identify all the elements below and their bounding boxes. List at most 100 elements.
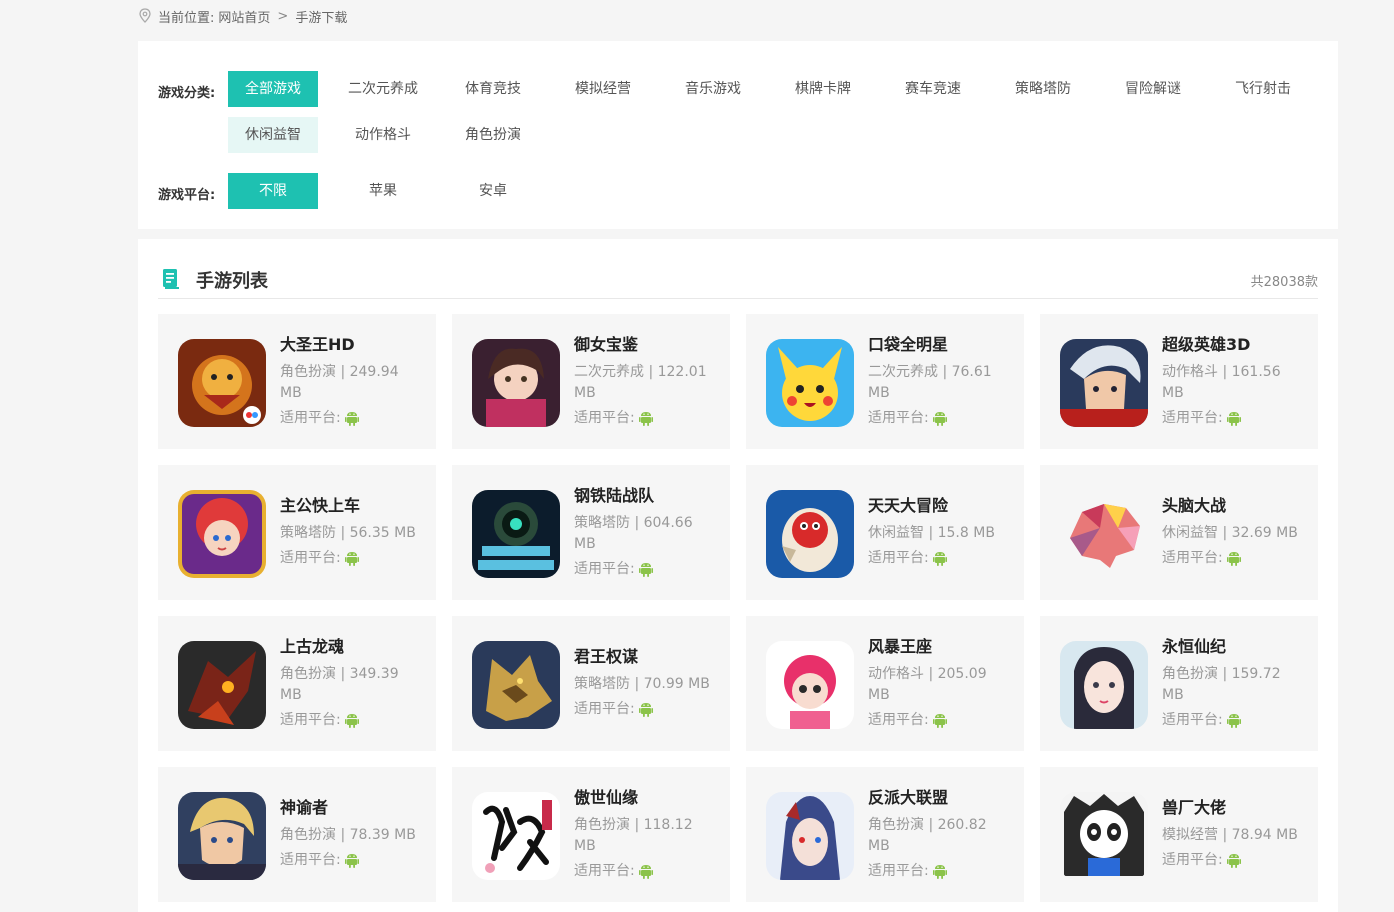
blond-warrior-icon[interactable] — [178, 792, 266, 880]
category-filter-label: 游戏分类: — [158, 86, 216, 101]
game-name[interactable]: 兽厂大佬 — [1162, 797, 1302, 819]
monkey-king-icon[interactable] — [178, 339, 266, 427]
category-chip-card[interactable]: 棋牌卡牌 — [778, 71, 868, 107]
game-card[interactable]: 上古龙魂 角色扮演 | 349.39 MB 适用平台: — [158, 616, 436, 751]
game-meta: 角色扮演 | 159.72 MB — [1162, 666, 1281, 703]
breadcrumb-prefix: 当前位置: — [158, 10, 215, 26]
game-meta: 角色扮演 | 78.39 MB — [280, 827, 416, 843]
game-name[interactable]: 御女宝鉴 — [574, 334, 714, 356]
android-icon — [344, 552, 359, 566]
game-name[interactable]: 君王权谋 — [574, 646, 714, 668]
game-card[interactable]: 永恒仙纪 角色扮演 | 159.72 MB 适用平台: — [1040, 616, 1318, 751]
game-name[interactable]: 永恒仙纪 — [1162, 636, 1302, 658]
game-name[interactable]: 天天大冒险 — [868, 495, 1008, 517]
platform-chip-apple[interactable]: 苹果 — [338, 173, 428, 209]
game-card[interactable]: 超级英雄3D 动作格斗 | 161.56 MB 适用平台: — [1040, 314, 1318, 449]
platform-label: 适用平台: — [280, 410, 341, 426]
game-card[interactable]: 反派大联盟 角色扮演 | 260.82 MB 适用平台: — [746, 767, 1024, 902]
game-name[interactable]: 傲世仙缘 — [574, 787, 714, 809]
game-name[interactable]: 神谕者 — [280, 797, 420, 819]
pikachu-icon[interactable] — [766, 339, 854, 427]
list-document-icon — [163, 269, 179, 289]
android-icon — [1226, 412, 1241, 426]
game-card[interactable]: 大圣王HD 角色扮演 | 249.94 MB 适用平台: — [158, 314, 436, 449]
game-card[interactable]: 风暴王座动作格斗 | 205.09 MB 适用平台: — [746, 616, 1024, 751]
game-info: 钢铁陆战队 策略塔防 | 604.66 MB 适用平台: — [574, 485, 714, 579]
list-title: 手游列表 — [196, 271, 268, 292]
game-card[interactable]: 兽厂大佬 模拟经营 | 78.94 MB 适用平台: — [1040, 767, 1318, 902]
game-info: 上古龙魂 角色扮演 | 349.39 MB 适用平台: — [280, 636, 420, 730]
platform-chip-any[interactable]: 不限 — [228, 173, 318, 209]
game-info: 永恒仙纪 角色扮演 | 159.72 MB 适用平台: — [1162, 636, 1302, 730]
brain-icon[interactable] — [1060, 490, 1148, 578]
fairy-icon[interactable] — [1060, 641, 1148, 729]
game-meta: 动作格斗 | 205.09 MB — [868, 666, 987, 703]
game-card[interactable]: 钢铁陆战队 策略塔防 | 604.66 MB 适用平台: — [452, 465, 730, 600]
game-name[interactable]: 钢铁陆战队 — [574, 485, 714, 507]
game-name[interactable]: 超级英雄3D — [1162, 334, 1302, 356]
android-icon — [1226, 854, 1241, 868]
list-count: 共28038款 — [1250, 275, 1318, 290]
game-card[interactable]: 主公快上车策略塔防 | 56.35 MB 适用平台: — [158, 465, 436, 600]
villain-icon[interactable] — [766, 792, 854, 880]
panda-icon[interactable] — [1060, 792, 1148, 880]
android-icon — [932, 552, 947, 566]
category-chip-shooting[interactable]: 飞行射击 — [1218, 71, 1308, 107]
dragon-egg-icon[interactable] — [766, 490, 854, 578]
category-chip-action[interactable]: 动作格斗 — [338, 117, 428, 153]
game-name[interactable]: 大圣王HD — [280, 334, 420, 356]
category-chip-all[interactable]: 全部游戏 — [228, 71, 318, 107]
game-name[interactable]: 风暴王座 — [868, 636, 1008, 658]
category-chip-rpg[interactable]: 角色扮演 — [448, 117, 538, 153]
game-meta: 策略塔防 | 604.66 MB — [574, 515, 693, 552]
game-platform: 适用平台: — [868, 408, 1008, 428]
android-icon — [344, 714, 359, 728]
pink-girl-icon[interactable] — [766, 641, 854, 729]
platform-label: 适用平台: — [868, 550, 929, 566]
game-platform: 适用平台: — [868, 710, 1008, 730]
game-card[interactable]: 御女宝鉴 二次元养成 | 122.01 MB 适用平台: — [452, 314, 730, 449]
breadcrumb-current: 手游下载 — [295, 10, 348, 26]
breadcrumb-home-link[interactable]: 网站首页 — [218, 7, 270, 26]
red-hair-hero-icon[interactable] — [178, 490, 266, 578]
game-card[interactable]: 神谕者 角色扮演 | 78.39 MB 适用平台: — [158, 767, 436, 902]
platform-label: 适用平台: — [280, 550, 341, 566]
category-chip-anime[interactable]: 二次元养成 — [338, 71, 428, 107]
game-card[interactable]: 口袋全明星 二次元养成 | 76.61 MB 适用平台: — [746, 314, 1024, 449]
anime-girl-icon[interactable] — [472, 339, 560, 427]
category-chip-simulation[interactable]: 模拟经营 — [558, 71, 648, 107]
game-info: 头脑大战 休闲益智 | 32.69 MB 适用平台: — [1162, 495, 1302, 568]
game-platform: 适用平台: — [280, 710, 420, 730]
game-card[interactable]: 天天大冒险 休闲益智 | 15.8 MB 适用平台: — [746, 465, 1024, 600]
category-chip-sports[interactable]: 体育竞技 — [448, 71, 538, 107]
game-name[interactable]: 主公快上车 — [280, 495, 420, 517]
category-chip-adventure[interactable]: 冒险解谜 — [1108, 71, 1198, 107]
category-chip-strategy[interactable]: 策略塔防 — [998, 71, 1088, 107]
game-info: 君王权谋 策略塔防 | 70.99 MB 适用平台: — [574, 646, 714, 719]
game-platform: 适用平台: — [574, 861, 714, 881]
wolf-icon[interactable] — [472, 641, 560, 729]
android-icon — [638, 703, 653, 717]
android-icon — [932, 714, 947, 728]
game-platform: 适用平台: — [574, 408, 714, 428]
game-meta: 策略塔防 | 56.35 MB — [280, 525, 416, 541]
hero-icon[interactable] — [1060, 339, 1148, 427]
category-chip-music[interactable]: 音乐游戏 — [668, 71, 758, 107]
list-header: 手游列表 共28038款 — [158, 261, 1318, 299]
game-name[interactable]: 反派大联盟 — [868, 787, 1008, 809]
game-card[interactable]: 君王权谋 策略塔防 | 70.99 MB 适用平台: — [452, 616, 730, 751]
category-chip-casual[interactable]: 休闲益智 — [228, 117, 318, 153]
calligraphy-icon[interactable] — [472, 792, 560, 880]
platform-chip-android[interactable]: 安卓 — [448, 173, 538, 209]
game-meta: 角色扮演 | 118.12 MB — [574, 817, 693, 854]
android-icon — [1226, 552, 1241, 566]
game-card[interactable]: 傲世仙缘角色扮演 | 118.12 MB 适用平台: — [452, 767, 730, 902]
platform-label: 适用平台: — [868, 863, 929, 879]
game-name[interactable]: 上古龙魂 — [280, 636, 420, 658]
dragon-icon[interactable] — [178, 641, 266, 729]
game-name[interactable]: 口袋全明星 — [868, 334, 1008, 356]
category-chip-racing[interactable]: 赛车竞速 — [888, 71, 978, 107]
game-card[interactable]: 头脑大战 休闲益智 | 32.69 MB 适用平台: — [1040, 465, 1318, 600]
game-name[interactable]: 头脑大战 — [1162, 495, 1302, 517]
iron-marines-icon[interactable] — [472, 490, 560, 578]
